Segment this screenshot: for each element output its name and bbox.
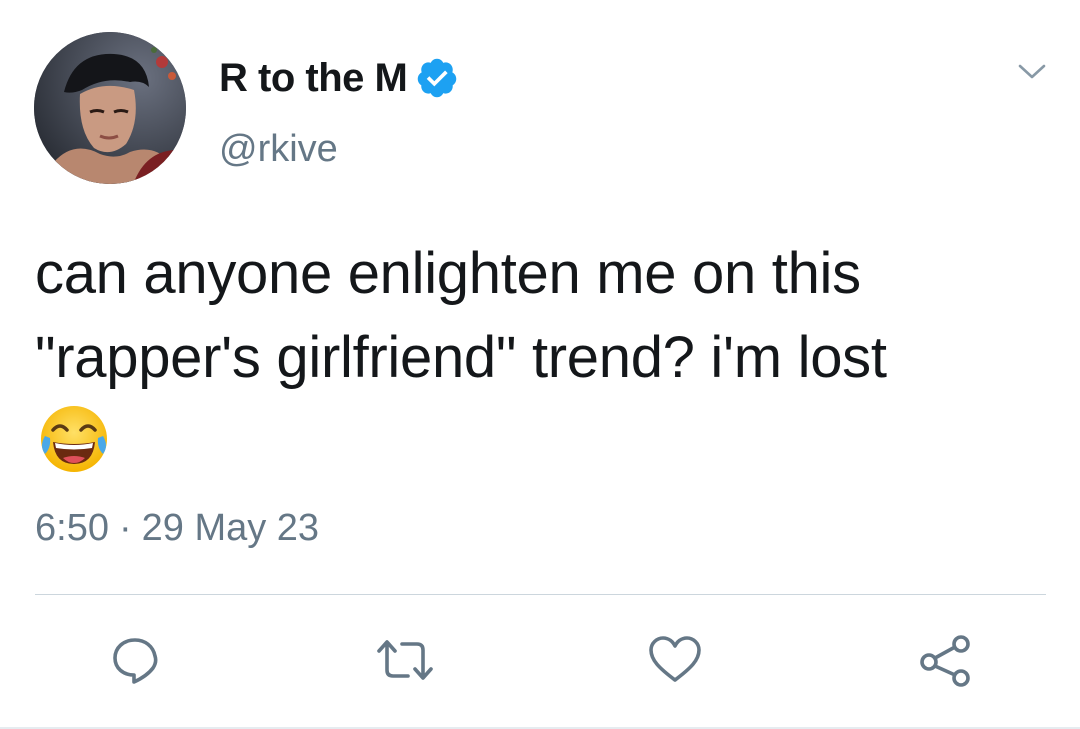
display-name[interactable]: R to the M: [219, 56, 408, 101]
share-icon: [920, 635, 970, 687]
tweet-timestamp[interactable]: 6:50 · 29 May 23: [35, 507, 319, 550]
tweet-time: 6:50: [35, 507, 109, 549]
tweet-text: can anyone enlighten me on this "rapper'…: [35, 232, 1055, 400]
display-name-row: R to the M: [219, 54, 459, 102]
avatar-image: [34, 32, 186, 184]
tweet-card: R to the M @rkive can anyone enlighten m…: [0, 0, 1080, 729]
heart-icon: [649, 636, 701, 682]
like-button[interactable]: [640, 625, 710, 695]
chevron-down-icon: [1018, 64, 1046, 79]
tweet-date: 29 May 23: [141, 507, 320, 549]
face-with-tears-of-joy-emoji-icon: [37, 402, 111, 476]
divider: [35, 594, 1046, 595]
retweet-icon: [377, 640, 433, 680]
verified-badge-icon: [415, 56, 459, 100]
tweet-actions-bar: [0, 625, 1080, 695]
reply-button[interactable]: [100, 625, 170, 695]
tweet-text-line: "rapper's girlfriend" trend? i'm lost: [35, 325, 887, 390]
retweet-button[interactable]: [370, 625, 440, 695]
share-button[interactable]: [910, 625, 980, 695]
avatar[interactable]: [34, 32, 186, 184]
timestamp-separator: ·: [118, 507, 132, 549]
reply-icon: [113, 638, 158, 684]
tweet-text-line: can anyone enlighten me on this: [35, 241, 861, 306]
tweet-menu-button[interactable]: [1008, 52, 1056, 92]
user-handle[interactable]: @rkive: [219, 128, 338, 171]
